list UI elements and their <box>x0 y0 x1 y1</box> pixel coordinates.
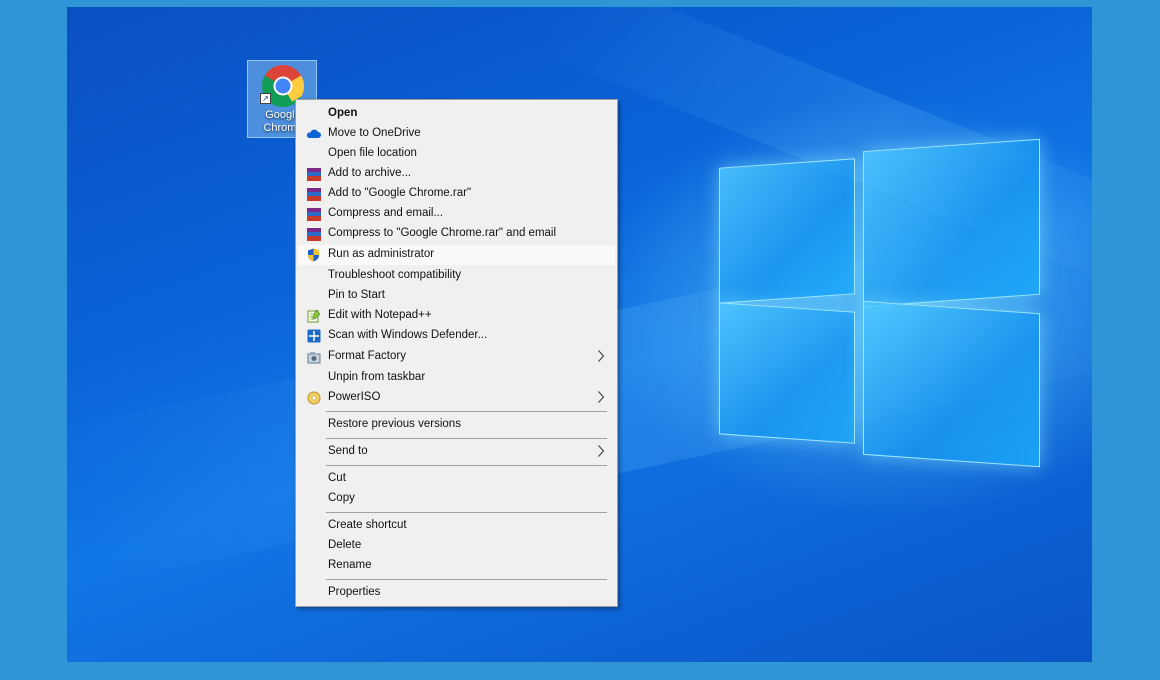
notepadpp-icon <box>306 309 321 323</box>
menu-item-add-to-google-chrome-rar[interactable]: Add to "Google Chrome.rar" <box>298 184 615 204</box>
windows-logo-pane-bottom-left <box>719 302 855 444</box>
menu-item-label: Troubleshoot compatibility <box>328 269 462 281</box>
menu-separator <box>326 438 607 439</box>
windows-logo-pane-top-left <box>719 158 855 304</box>
menu-item-label: Format Factory <box>328 350 406 362</box>
poweriso-icon <box>306 391 321 405</box>
menu-item-open[interactable]: Open <box>298 104 615 124</box>
menu-item-poweriso[interactable]: PowerISO <box>298 388 615 408</box>
menu-item-compress-to-rar-and-email[interactable]: Compress to "Google Chrome.rar" and emai… <box>298 224 615 244</box>
menu-item-label: Rename <box>328 559 372 571</box>
menu-item-edit-with-notepadpp[interactable]: Edit with Notepad++ <box>298 306 615 326</box>
submenu-arrow-icon <box>598 445 605 457</box>
menu-item-label: Send to <box>328 445 368 457</box>
menu-separator <box>326 579 607 580</box>
shortcut-arrow-icon: ↗ <box>260 93 271 104</box>
menu-item-run-as-administrator[interactable]: Run as administrator <box>298 245 615 265</box>
menu-item-scan-with-windows-defender[interactable]: Scan with Windows Defender... <box>298 326 615 346</box>
submenu-arrow-icon <box>598 391 605 403</box>
menu-item-label: Unpin from taskbar <box>328 371 426 383</box>
windows-logo-pane-top-right <box>863 138 1040 308</box>
menu-item-open-file-location[interactable]: Open file location <box>298 144 615 164</box>
windows-logo-pane-bottom-right <box>863 300 1040 468</box>
menu-item-send-to[interactable]: Send to <box>298 442 615 462</box>
menu-item-cut[interactable]: Cut <box>298 469 615 489</box>
menu-item-label: Open <box>328 107 358 119</box>
submenu-arrow-icon <box>598 350 605 362</box>
menu-item-rename[interactable]: Rename <box>298 556 615 576</box>
menu-item-compress-and-email[interactable]: Compress and email... <box>298 204 615 224</box>
menu-item-label: Add to archive... <box>328 167 412 179</box>
menu-item-label: Open file location <box>328 147 417 159</box>
format-factory-icon <box>306 350 321 364</box>
menu-item-label: Edit with Notepad++ <box>328 309 432 321</box>
menu-item-label: Delete <box>328 539 362 551</box>
uac-shield-icon <box>306 248 321 262</box>
menu-item-copy[interactable]: Copy <box>298 489 615 509</box>
menu-item-label: Move to OneDrive <box>328 127 421 139</box>
windows-defender-icon <box>306 329 321 343</box>
menu-item-add-to-archive[interactable]: Add to archive... <box>298 164 615 184</box>
menu-item-troubleshoot-compatibility[interactable]: Troubleshoot compatibility <box>298 266 615 286</box>
menu-item-properties[interactable]: Properties <box>298 583 615 603</box>
menu-separator <box>326 411 607 412</box>
menu-item-label: Scan with Windows Defender... <box>328 329 488 341</box>
menu-item-label: Properties <box>328 586 381 598</box>
menu-item-label: Compress and email... <box>328 207 444 219</box>
menu-item-unpin-from-taskbar[interactable]: Unpin from taskbar <box>298 368 615 388</box>
menu-item-label: PowerISO <box>328 391 381 403</box>
menu-item-label: Copy <box>328 492 355 504</box>
menu-item-restore-previous-versions[interactable]: Restore previous versions <box>298 415 615 435</box>
menu-item-label: Add to "Google Chrome.rar" <box>328 187 472 199</box>
context-menu: Open Move to OneDrive Open file location… <box>295 99 618 607</box>
winrar-icon <box>306 167 321 181</box>
menu-item-label: Create shortcut <box>328 519 407 531</box>
menu-item-pin-to-start[interactable]: Pin to Start <box>298 286 615 306</box>
menu-item-label: Cut <box>328 472 346 484</box>
menu-item-format-factory[interactable]: Format Factory <box>298 347 615 367</box>
menu-item-delete[interactable]: Delete <box>298 536 615 556</box>
winrar-icon <box>306 227 321 241</box>
menu-item-label: Restore previous versions <box>328 418 461 430</box>
menu-item-label: Run as administrator <box>328 248 435 260</box>
menu-item-label: Compress to "Google Chrome.rar" and emai… <box>328 227 557 239</box>
menu-item-move-to-onedrive[interactable]: Move to OneDrive <box>298 124 615 144</box>
winrar-icon <box>306 187 321 201</box>
menu-separator <box>326 512 607 513</box>
menu-item-label: Pin to Start <box>328 289 385 301</box>
menu-separator <box>326 465 607 466</box>
menu-item-create-shortcut[interactable]: Create shortcut <box>298 516 615 536</box>
winrar-icon <box>306 207 321 221</box>
onedrive-cloud-icon <box>306 127 321 141</box>
